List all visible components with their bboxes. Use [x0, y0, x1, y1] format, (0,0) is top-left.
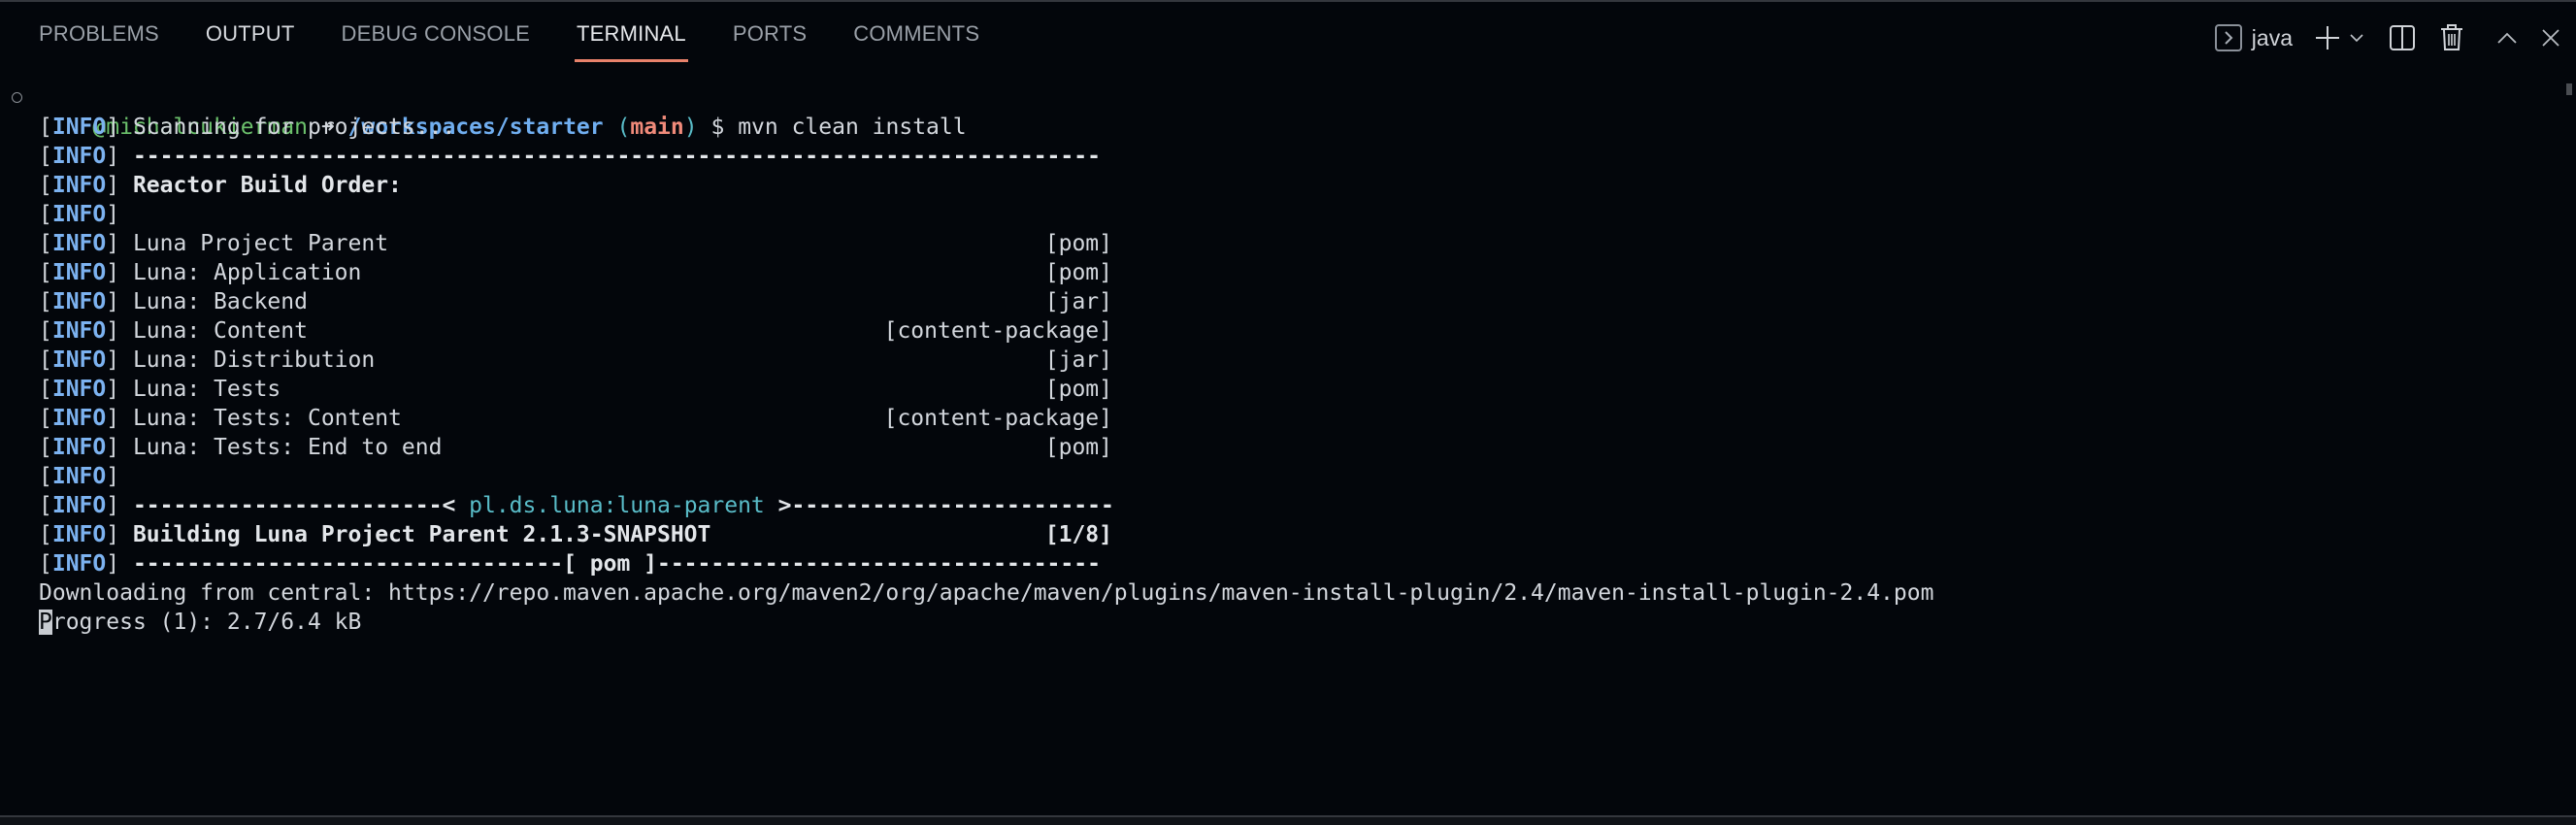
- download-line: Downloading from central: https://repo.m…: [0, 578, 2553, 608]
- panel-actions: java: [2214, 21, 2576, 54]
- module-packaging: [jar]: [1044, 289, 1112, 314]
- log-line: [INFO] -----------------------< pl.ds.lu…: [39, 493, 1114, 518]
- module-name: Luna Project Parent: [132, 231, 389, 256]
- module-row: [INFO] Luna: Backend [jar]: [39, 289, 1112, 314]
- progress-text: rogress (1): 2.7/6.4 kB: [51, 610, 362, 635]
- info-tag: INFO: [51, 231, 107, 256]
- info-tag: INFO: [51, 173, 107, 198]
- plus-icon: [2314, 24, 2341, 51]
- chevron-up-icon: [2496, 31, 2518, 45]
- module-packaging: [pom]: [1044, 260, 1112, 285]
- log-line: [INFO] ---------------------------------…: [39, 144, 1101, 169]
- module-row: [INFO] Luna: Tests [pom]: [39, 377, 1112, 402]
- terminal-scrollbar[interactable]: [2566, 83, 2572, 95]
- trash-icon: [2440, 24, 2463, 51]
- info-tag: INFO: [51, 464, 107, 489]
- command-decoration-icon[interactable]: [12, 92, 22, 103]
- tab-output[interactable]: OUTPUT: [206, 21, 295, 56]
- module-row: [INFO] Luna: Content [content-package]: [39, 318, 1112, 344]
- separator: ----------------------------------------…: [132, 144, 1101, 169]
- new-terminal-button[interactable]: [2314, 24, 2341, 51]
- log-line: [INFO] --------------------------------[…: [39, 551, 1101, 577]
- tab-debug-console[interactable]: DEBUG CONSOLE: [342, 21, 531, 56]
- close-panel-button[interactable]: [2541, 28, 2560, 48]
- info-tag: INFO: [51, 347, 107, 373]
- module-row: [INFO] Luna: Distribution [jar]: [39, 347, 1112, 373]
- artifact-id: pl.ds.luna:luna-parent: [469, 493, 765, 518]
- module-row: [INFO] Luna: Tests: End to end [pom]: [39, 435, 1112, 460]
- module-row: [INFO] Luna: Application [pom]: [39, 260, 1112, 285]
- build-counter: [1/8]: [1044, 522, 1112, 547]
- info-tag: INFO: [51, 115, 107, 140]
- tab-ports[interactable]: PORTS: [733, 21, 807, 56]
- module-name: Luna: Content: [132, 318, 308, 344]
- separator: -----------------------<: [132, 493, 470, 518]
- info-tag: INFO: [51, 435, 107, 460]
- module-name: Luna: Tests: End to end: [132, 435, 443, 460]
- download-text: Downloading from central: https://repo.m…: [39, 580, 1934, 606]
- info-tag: INFO: [51, 260, 107, 285]
- prompt-line: @michalcukierman ➜ /workspaces/starter (…: [0, 83, 2553, 140]
- module-name: Luna: Tests: Content: [132, 406, 402, 431]
- building-text: Building Luna Project Parent 2.1.3-SNAPS…: [132, 522, 711, 547]
- log-line: [INFO] Building Luna Project Parent 2.1.…: [39, 522, 1112, 547]
- info-tag: INFO: [51, 144, 107, 169]
- info-tag: INFO: [51, 202, 107, 227]
- kill-terminal-button[interactable]: [2440, 24, 2463, 51]
- terminal-output[interactable]: @michalcukierman ➜ /workspaces/starter (…: [0, 83, 2553, 753]
- log-line: [INFO] Reactor Build Order:: [39, 173, 402, 198]
- info-tag: INFO: [51, 377, 107, 402]
- reactor-heading: Reactor Build Order:: [132, 173, 402, 198]
- separator: --------------------------------[ pom ]-…: [132, 551, 1101, 577]
- module-row: [INFO] Luna: Tests: Content [content-pack…: [39, 406, 1112, 431]
- module-name: Luna: Backend: [132, 289, 308, 314]
- module-name: Luna: Tests: [132, 377, 281, 402]
- progress-line: Progress (1): 2.7/6.4 kB: [0, 608, 2553, 637]
- panel-header: PROBLEMS OUTPUT DEBUG CONSOLE TERMINAL P…: [0, 2, 2576, 70]
- terminal-icon: [2214, 24, 2242, 51]
- close-icon: [2541, 28, 2560, 48]
- module-packaging: [jar]: [1044, 347, 1112, 373]
- module-name: Luna: Distribution: [132, 347, 376, 373]
- info-tag: INFO: [51, 289, 107, 314]
- info-tag: INFO: [51, 406, 107, 431]
- launch-profile-button[interactable]: [2349, 30, 2364, 46]
- module-row: [INFO] Luna Project Parent [pom]: [39, 231, 1112, 256]
- info-tag: INFO: [51, 551, 107, 577]
- info-tag: INFO: [51, 318, 107, 344]
- log-line: [INFO]: [39, 464, 120, 489]
- maximize-panel-button[interactable]: [2496, 31, 2518, 45]
- module-packaging: [content-package]: [883, 406, 1112, 431]
- terminal-cursor: P: [39, 610, 52, 635]
- tab-comments[interactable]: COMMENTS: [853, 21, 979, 56]
- module-packaging: [pom]: [1044, 377, 1112, 402]
- separator: >------------------------: [764, 493, 1114, 518]
- module-packaging: [content-package]: [883, 318, 1112, 344]
- log-line: [INFO] Scanning for projects...: [39, 115, 456, 140]
- split-terminal-button[interactable]: [2390, 25, 2415, 50]
- module-packaging: [pom]: [1044, 231, 1112, 256]
- panel-tabs: PROBLEMS OUTPUT DEBUG CONSOLE TERMINAL P…: [39, 21, 1026, 62]
- info-tag: INFO: [51, 522, 107, 547]
- module-name: Luna: Application: [132, 260, 362, 285]
- log-line: [INFO]: [39, 202, 120, 227]
- tab-terminal[interactable]: TERMINAL: [575, 21, 688, 62]
- module-packaging: [pom]: [1044, 435, 1112, 460]
- chevron-down-icon: [2349, 30, 2364, 46]
- info-tag: INFO: [51, 493, 107, 518]
- terminal-name: java: [2251, 24, 2293, 50]
- terminal-selector[interactable]: java: [2214, 24, 2306, 51]
- split-icon: [2390, 25, 2415, 50]
- log-text: Scanning for projects...: [132, 115, 456, 140]
- status-bar: [0, 817, 2576, 825]
- tab-problems[interactable]: PROBLEMS: [39, 21, 159, 56]
